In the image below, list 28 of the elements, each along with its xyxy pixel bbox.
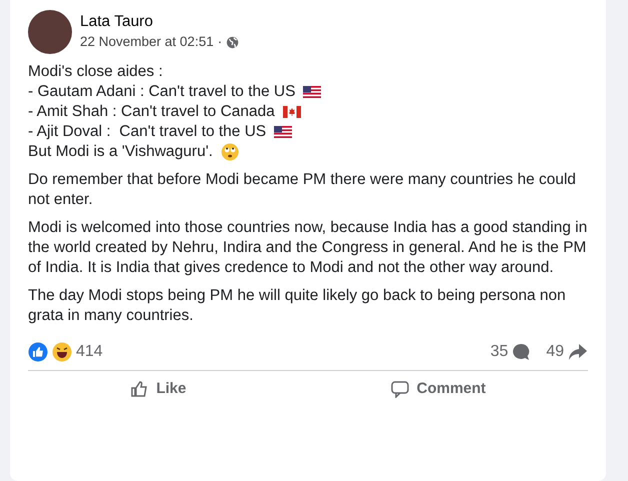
- globe-icon: [226, 36, 240, 48]
- canada-flag-icon: [282, 106, 301, 118]
- speech-bubble-icon: [512, 343, 530, 361]
- avatar: [28, 10, 72, 54]
- post-paragraph: Do remember that before Modi became PM there were many countries he could not enter.: [28, 170, 577, 210]
- us-flag-icon: [303, 86, 322, 98]
- like-reaction-icon[interactable]: [28, 342, 48, 362]
- post-timestamp[interactable]: 22 November at 02:51: [80, 32, 214, 52]
- comment-button[interactable]: Comment: [380, 375, 496, 403]
- post-paragraph: Modi is welcomed into those countries now, because India has a good standing in the world created by Nehru, Indira and the Congress in general. And he is the PM of India. It is India that gives credence to Modi and not the other way around.: [28, 218, 588, 278]
- separator: ·: [218, 33, 222, 51]
- author-name[interactable]: Lata Tauro: [80, 12, 240, 32]
- reaction-count[interactable]: 414: [76, 342, 103, 362]
- rolling-eyes-emoji-icon: [220, 143, 239, 161]
- post-text-line: - Amit Shah : Can't travel to Canada: [28, 102, 275, 122]
- post-text-line: But Modi is a 'Vishwaguru'.: [28, 142, 213, 162]
- like-button[interactable]: Like: [120, 375, 196, 403]
- us-flag-icon: [274, 126, 292, 138]
- share-arrow-icon: [568, 343, 588, 361]
- comment-count[interactable]: 35: [490, 342, 508, 362]
- post-text-line: - Gautam Adani : Can't travel to the US: [28, 82, 296, 102]
- post-text-line: - Ajit Doval : Can't travel to the US: [28, 122, 266, 142]
- post-paragraph: The day Modi stops being PM he will quite likely go back to being persona non grata in many countries.: [28, 286, 567, 326]
- laughing-emoji-icon[interactable]: [52, 342, 72, 362]
- thumbs-up-icon: [130, 380, 148, 398]
- post-text-line: Modi's close aides :: [28, 62, 163, 82]
- speech-bubble-icon: [390, 380, 409, 398]
- share-count[interactable]: 49: [546, 342, 564, 362]
